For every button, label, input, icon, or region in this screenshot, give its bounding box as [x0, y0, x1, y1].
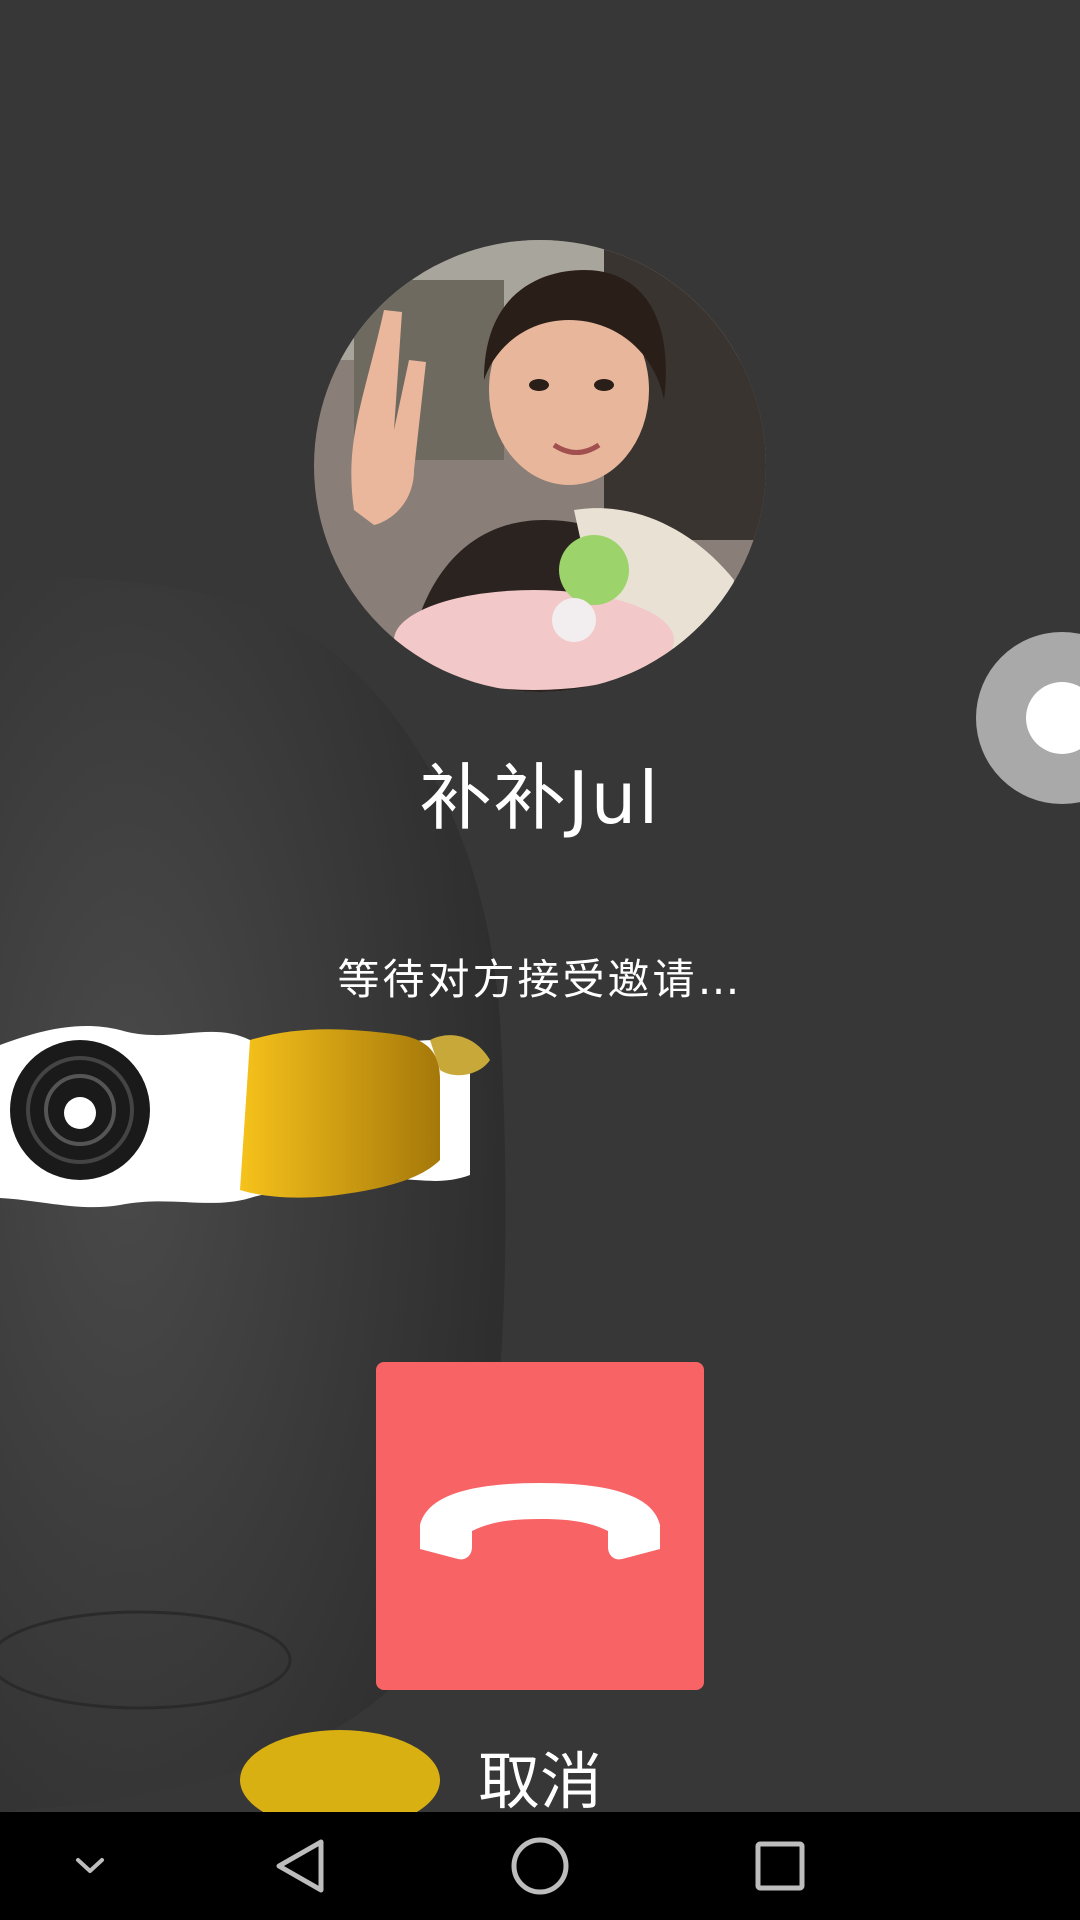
caller-name: 补补Jul: [419, 756, 661, 840]
nav-home-button[interactable]: [490, 1812, 590, 1920]
caller-photo: [314, 240, 766, 692]
call-status-text: 等待对方接受邀请…: [337, 955, 743, 1004]
cancel-label: 取消: [477, 1745, 602, 1812]
square-recents-icon: [755, 1841, 805, 1891]
phone-hangup-icon: [420, 1483, 660, 1560]
nav-recents-button[interactable]: [730, 1812, 830, 1920]
video-call-screen: 补补Jul 等待对方接受邀请… 取消: [0, 0, 1080, 1920]
triangle-back-icon: [276, 1839, 324, 1893]
chevron-down-icon: [76, 1858, 104, 1873]
nav-collapse-button[interactable]: [40, 1812, 140, 1920]
system-navigation-bar: [0, 1812, 1080, 1920]
circle-home-icon: [511, 1837, 569, 1895]
caller-avatar: [314, 240, 766, 692]
nav-back-button[interactable]: [250, 1812, 350, 1920]
floating-ball-dot: [1026, 682, 1080, 754]
hangup-button[interactable]: [376, 1362, 704, 1690]
